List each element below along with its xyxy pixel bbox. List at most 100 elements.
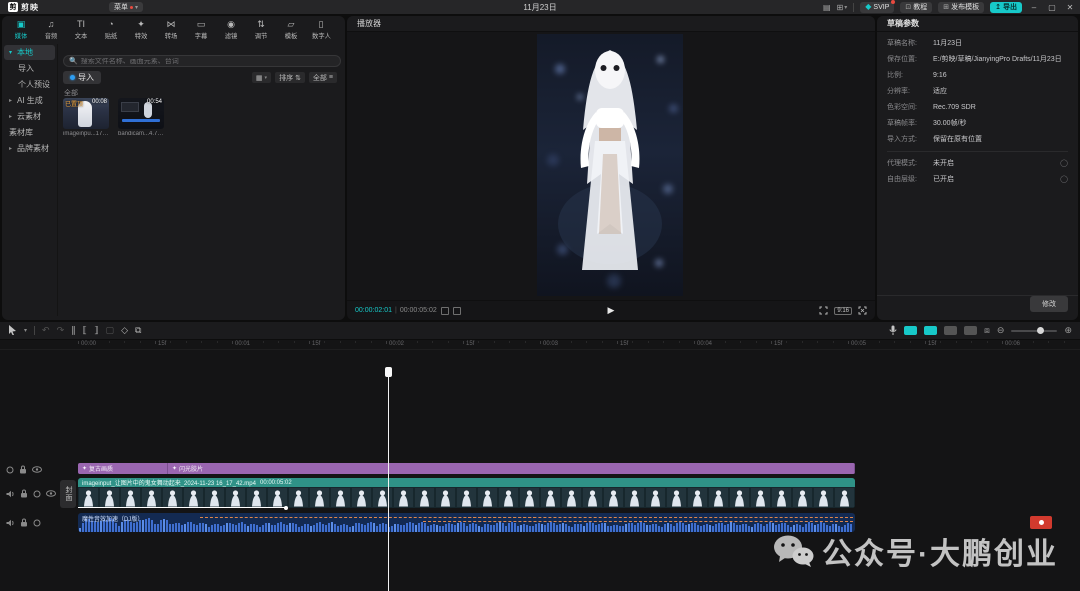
lock-icon[interactable] [20, 489, 28, 498]
layout-panels-icon[interactable]: ▤ [823, 3, 831, 12]
waveform-bar [337, 526, 339, 532]
redo-icon[interactable]: ↷ [57, 326, 65, 335]
search-input[interactable] [81, 58, 335, 65]
sidebar-item-本地[interactable]: ▾本地 [4, 45, 55, 60]
toolbar-item-media[interactable]: ▣媒体 [6, 18, 36, 42]
effect-segment[interactable]: ✦闪光胶片 [168, 463, 855, 474]
aspect-ratio-button[interactable]: 9:16 [834, 307, 852, 315]
mirror-preview-icon[interactable] [453, 307, 461, 315]
trim-right-icon[interactable]: ⟧ [94, 326, 98, 335]
circle-icon[interactable] [6, 466, 14, 474]
video-clip[interactable]: imageinput_让图片中的鬼女舞动起来_2024-11-23 16_17_… [78, 478, 855, 508]
sidebar-item-素材库[interactable]: 素材库 [4, 125, 55, 140]
maximize-button[interactable]: ▢ [1046, 3, 1058, 12]
freeze-frame-icon[interactable]: ◇ [121, 326, 128, 335]
waveform-bar [136, 522, 138, 532]
minimize-button[interactable]: – [1028, 3, 1040, 12]
preview-video[interactable] [537, 34, 683, 296]
media-thumb[interactable]: 已置顶00:08 [63, 98, 109, 129]
circle-icon[interactable] [33, 519, 41, 527]
waveform-bar [595, 525, 597, 532]
waveform-bar [340, 525, 342, 532]
toolbar-item-captions[interactable]: ▭字幕 [186, 18, 216, 42]
effect-segment[interactable]: ✦复古画质 [78, 463, 168, 474]
publish-template-button[interactable]: ⊞ 发布模板 [938, 2, 984, 13]
toolbar-item-filter[interactable]: ◉滤镜 [216, 18, 246, 42]
zoom-slider-knob[interactable] [1037, 327, 1044, 334]
play-button[interactable]: ▶ [608, 305, 615, 316]
waveform-bar [319, 522, 321, 532]
waveform-bar [754, 524, 756, 532]
toolbar-item-transition[interactable]: ⋈转场 [156, 18, 186, 42]
main-track-magnet-toggle[interactable] [904, 326, 917, 335]
sidebar-item-品牌素材[interactable]: ▸品牌素材 [4, 141, 55, 156]
waveform-bar [478, 526, 480, 532]
playhead[interactable] [388, 368, 389, 591]
import-button[interactable]: 导入 [63, 71, 101, 84]
record-voiceover-icon[interactable] [889, 325, 897, 336]
lock-icon[interactable] [20, 518, 28, 527]
sort-button[interactable]: 排序 ⇅ [275, 72, 305, 83]
toolbar-item-digital-human[interactable]: ▯数字人 [306, 18, 336, 42]
zoom-in-icon[interactable]: ⊕ [1064, 325, 1072, 336]
cover-button[interactable]: 封面 [60, 480, 76, 508]
toolbar-item-text[interactable]: TI文本 [66, 18, 96, 42]
param-label: 草稿帧率: [887, 119, 933, 128]
fullscreen-icon[interactable] [858, 306, 867, 315]
audio-clip[interactable]: 魔性音效加速（DJ版） [78, 513, 855, 532]
linkage-toggle[interactable] [944, 326, 957, 335]
workspace-switch-icon[interactable]: ⊞▾ [837, 3, 848, 12]
toolbar-item-audio[interactable]: ♫音频 [36, 18, 66, 42]
undo-icon[interactable]: ↶ [42, 326, 50, 335]
timeline-ruler[interactable]: 00:0015f00:0115f00:0215f00:0315f00:0415f… [0, 340, 1080, 350]
mirror-icon[interactable]: ⧉ [135, 326, 141, 335]
preview-quality-icon[interactable] [441, 307, 449, 315]
circle-icon[interactable] [33, 490, 41, 498]
modify-button[interactable]: 修改 [1030, 296, 1068, 312]
close-button[interactable]: ✕ [1064, 3, 1076, 12]
zoom-out-icon[interactable]: ⊖ [997, 325, 1005, 336]
sidebar-item-AI 生成[interactable]: ▸AI 生成 [4, 93, 55, 108]
sidebar-item-个人预设[interactable]: 个人预设 [4, 77, 55, 92]
transition-icon: ⋈ [167, 20, 176, 30]
split-icon[interactable]: ∥ [71, 326, 76, 335]
auto-snap-toggle[interactable] [924, 326, 937, 335]
media-thumb[interactable]: 00:54 [118, 98, 164, 129]
toolbar-item-sticker[interactable]: ◔贴纸 [96, 18, 126, 42]
sidebar-item-label: 导入 [18, 63, 34, 74]
info-icon[interactable]: ◯ [1060, 159, 1068, 168]
delete-icon[interactable]: ▢ [106, 326, 115, 335]
speaker-icon[interactable] [6, 490, 15, 498]
speaker-icon[interactable] [6, 519, 15, 527]
sidebar-item-导入[interactable]: 导入 [4, 61, 55, 76]
waveform-bar [451, 524, 453, 532]
info-icon[interactable]: ◯ [1060, 175, 1068, 184]
trim-left-icon[interactable]: ⟦ [83, 326, 87, 335]
sidebar-item-云素材[interactable]: ▸云素材 [4, 109, 55, 124]
toolbar-item-template[interactable]: ▱模板 [276, 18, 306, 42]
chevron-down-icon[interactable]: ▾ [24, 327, 27, 334]
media-item[interactable]: 已置顶00:08imageinpu...17_42.mp4 [63, 98, 109, 137]
toolbar-item-adjust[interactable]: ⇅调节 [246, 18, 276, 42]
svip-button[interactable]: ◆ SVIP [860, 2, 894, 13]
media-grid: 已置顶00:08imageinpu...17_42.mp400:54bandic… [63, 98, 164, 137]
select-tool-icon[interactable] [8, 325, 17, 337]
search-bar[interactable]: 🔍 [63, 55, 341, 67]
menu-button[interactable]: 菜单 ▾ [109, 2, 143, 12]
fit-screen-icon[interactable] [819, 306, 828, 315]
lock-icon[interactable] [19, 465, 27, 474]
eye-icon[interactable] [46, 490, 56, 497]
preview-axis-toggle[interactable] [964, 326, 977, 335]
toolbar-item-effects[interactable]: ✦特效 [126, 18, 156, 42]
timeline-zoom-slider[interactable] [1011, 330, 1057, 332]
divider [34, 326, 35, 335]
export-button[interactable]: ↥ 导出 [990, 2, 1022, 13]
filter-button[interactable]: 全部 ≡ [309, 72, 337, 83]
global-preview-zoom-icon[interactable]: ⧈ [984, 326, 990, 335]
tutorial-button[interactable]: ⊡ 教程 [900, 2, 932, 13]
waveform-bar [310, 526, 312, 532]
eye-icon[interactable] [32, 466, 42, 473]
playhead-handle[interactable] [385, 367, 392, 377]
media-item[interactable]: 00:54bandicam...4.738.mp4 [118, 98, 164, 137]
view-mode-button[interactable]: ▦▾ [252, 72, 271, 83]
